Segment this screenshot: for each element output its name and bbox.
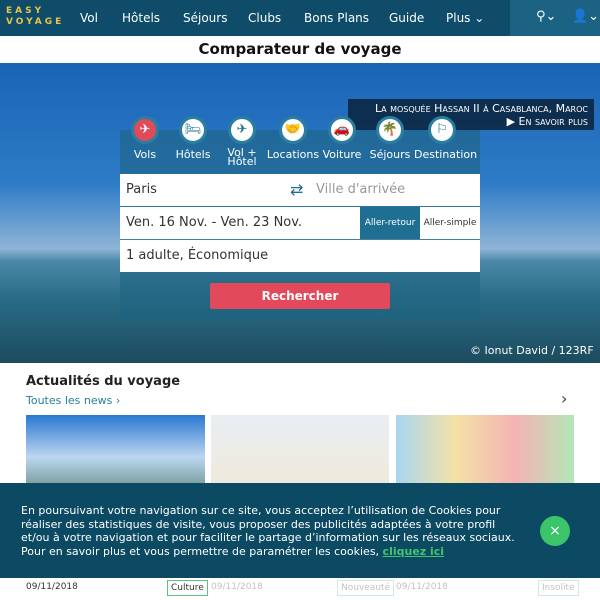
nav-bons-plans[interactable]: Bons Plans bbox=[304, 11, 369, 25]
tab-label: Séjours bbox=[369, 148, 411, 161]
tab-destination[interactable]: ⚐ Destination bbox=[414, 116, 478, 161]
nav-guide[interactable]: Guide bbox=[389, 11, 424, 25]
caption-title: La mosquée Hassan II à Casablanca, Maroc bbox=[375, 102, 588, 115]
news-date: 09/11/2018 bbox=[396, 582, 448, 592]
round-trip-toggle[interactable]: Aller-retour bbox=[360, 207, 420, 239]
nav-clubs[interactable]: Clubs bbox=[248, 11, 281, 25]
car-icon: 🚗 bbox=[328, 116, 356, 144]
chevron-right-icon[interactable]: › bbox=[561, 389, 567, 408]
logo-line: VOYAGE bbox=[6, 17, 65, 27]
news-image[interactable] bbox=[211, 415, 389, 485]
news-heading: Actualités du voyage bbox=[26, 374, 181, 389]
swap-icon[interactable]: ⇄ bbox=[290, 180, 303, 199]
news-tag[interactable]: Nouveauté bbox=[337, 580, 395, 596]
tab-vol-hotel[interactable]: ✈ Vol + Hôtel bbox=[214, 116, 270, 168]
arrival-input[interactable]: Ville d'arrivée bbox=[316, 174, 405, 206]
user-icon[interactable]: 👤⌄ bbox=[572, 9, 599, 24]
page-title: Comparateur de voyage bbox=[198, 40, 402, 58]
logo-line: EASY bbox=[6, 6, 45, 16]
news-date: 09/11/2018 bbox=[211, 582, 263, 592]
tab-label: Locations bbox=[266, 148, 320, 161]
news-tag[interactable]: Culture bbox=[167, 580, 208, 596]
top-nav: EASY VOYAGE Vol Hôtels Séjours Clubs Bons… bbox=[0, 0, 600, 36]
news-image[interactable] bbox=[396, 415, 574, 485]
tab-label: Vol + Hôtel bbox=[227, 146, 257, 168]
logo[interactable]: EASY VOYAGE bbox=[6, 6, 64, 28]
cookie-link[interactable]: cliquez ici bbox=[383, 545, 445, 558]
plane-icon: ✈ bbox=[131, 116, 159, 144]
news-date: 09/11/2018 bbox=[26, 582, 78, 592]
nav-sejours[interactable]: Séjours bbox=[183, 11, 227, 25]
search-button[interactable]: Rechercher bbox=[210, 283, 390, 309]
nav-tools: ⚲⌄ 👤⌄ bbox=[510, 0, 600, 36]
nav-hotels[interactable]: Hôtels bbox=[122, 11, 160, 25]
tab-label: Destination bbox=[414, 148, 478, 161]
news-image[interactable] bbox=[26, 415, 205, 485]
nav-plus[interactable]: Plus ⌄ bbox=[446, 11, 484, 25]
tab-label: Hôtels bbox=[175, 148, 211, 161]
tab-locations[interactable]: 🤝 Locations bbox=[265, 116, 321, 161]
one-way-toggle[interactable]: Aller-simple bbox=[420, 207, 480, 239]
nav-vol[interactable]: Vol bbox=[80, 11, 98, 25]
news-tag[interactable]: Insolite bbox=[538, 580, 579, 596]
bed-icon: 🛏 bbox=[179, 116, 207, 144]
all-news-link[interactable]: Toutes les news › bbox=[26, 394, 120, 407]
tab-sejours[interactable]: 🌴 Séjours bbox=[362, 116, 418, 161]
handshake-icon: 🤝 bbox=[279, 116, 307, 144]
palm-icon: 🌴 bbox=[376, 116, 404, 144]
tab-hotels[interactable]: 🛏 Hôtels bbox=[165, 116, 221, 161]
search-icon[interactable]: ⚲⌄ bbox=[536, 9, 556, 24]
close-icon[interactable]: × bbox=[540, 516, 570, 546]
cookie-banner: En poursuivant votre navigation sur ce s… bbox=[0, 483, 600, 578]
photo-credit: © Ionut David / 123RF bbox=[470, 344, 594, 357]
plane-hotel-icon: ✈ bbox=[228, 116, 256, 144]
signpost-icon: ⚐ bbox=[428, 116, 456, 144]
passengers-input[interactable]: 1 adulte, Économique bbox=[120, 240, 480, 272]
